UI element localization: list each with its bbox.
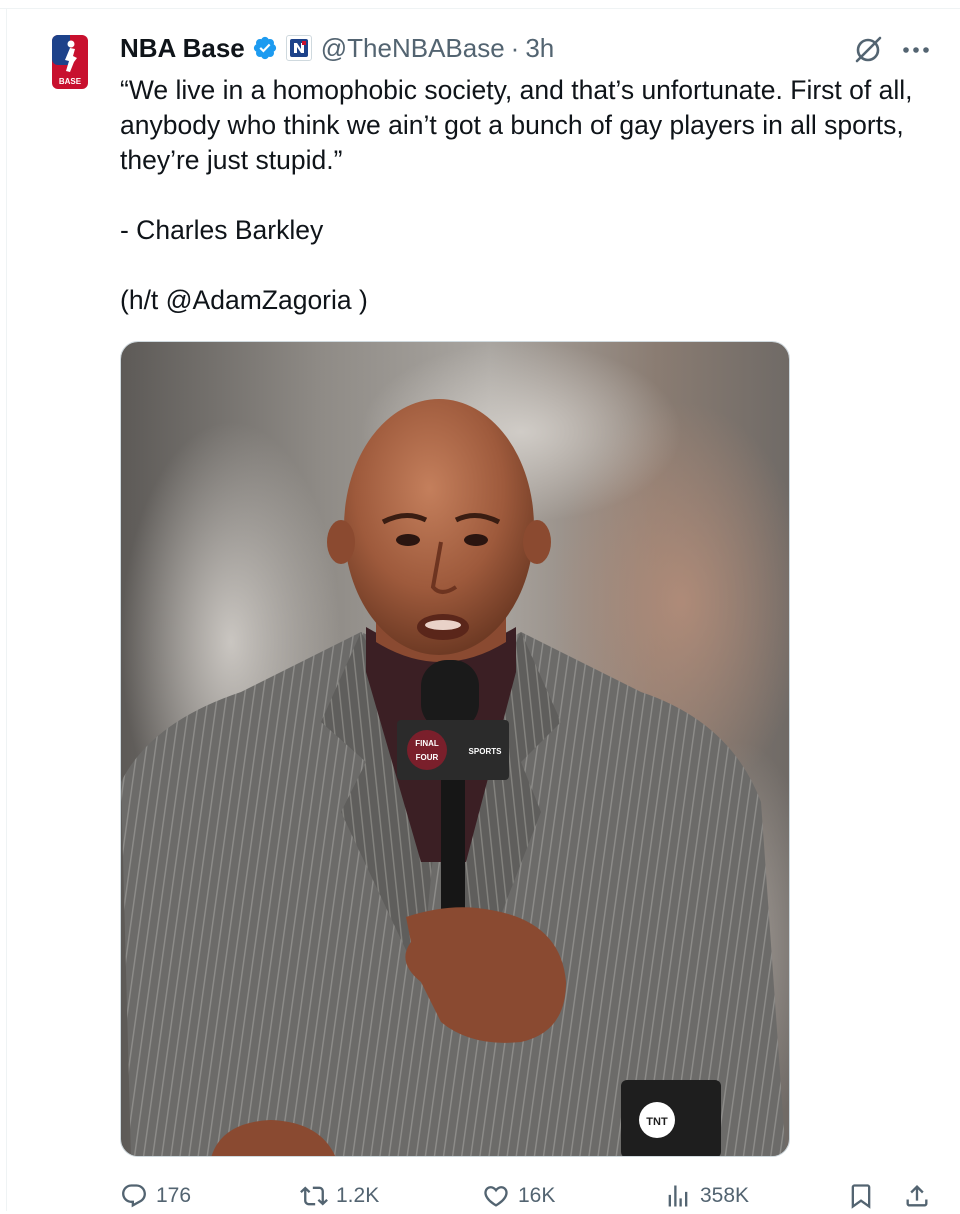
share-button[interactable] [903,1178,931,1214]
verified-badge-icon[interactable] [252,35,278,61]
author-handle[interactable]: @TheNBABase [321,33,505,64]
photo-of-man-in-pinstripe-suit-holding-microphone-icon: FINAL FOUR SPORTS TNT [121,342,789,1156]
like-count: 16K [518,1184,556,1207]
repost-count: 1.2K [336,1184,380,1207]
nba-base-logo-icon: BASE [52,35,88,89]
views-button[interactable]: 358K [664,1178,749,1214]
bookmark-icon [851,1184,871,1209]
more-icon[interactable] [898,32,934,68]
mic-flag-text-final: FINAL [415,739,439,748]
tweet-action-bar: 176 1.2K 16K 358K [120,1178,940,1214]
tweet-attribution: - Charles Barkley [120,215,324,245]
header-separator: · [510,32,520,63]
tweet-quote: “We live in a homophobic society, and th… [120,75,913,175]
repost-button[interactable]: 1.2K [300,1178,379,1214]
avatar-logo-text: BASE [59,77,82,86]
repost-icon [300,1186,328,1206]
bookmark-button[interactable] [847,1178,875,1214]
author-avatar[interactable]: BASE [38,30,102,94]
like-button[interactable]: 16K [482,1178,555,1214]
mic-flag-text-four: FOUR [416,753,439,762]
tweet-hat-tip[interactable]: (h/t @AdamZagoria ) [120,283,940,318]
tweet-text: “We live in a homophobic society, and th… [120,73,940,318]
share-icon [906,1185,928,1207]
affiliate-badge-icon[interactable] [285,35,312,61]
tweet-header: NBA Base @TheNBABase · 3h [120,30,554,66]
tweet-media-photo[interactable]: FINAL FOUR SPORTS TNT [120,341,790,1157]
views-icon [668,1185,688,1207]
mic-flag-text-sports: SPORTS [469,747,503,756]
tweet-left-border [6,8,7,1211]
mug-logo-text: TNT [646,1116,668,1128]
views-count: 358K [700,1184,750,1207]
reply-count: 176 [156,1184,192,1207]
grok-icon[interactable] [850,32,886,68]
author-display-name[interactable]: NBA Base [120,33,245,64]
reply-button[interactable]: 176 [120,1178,191,1214]
tweet-top-border [0,8,960,9]
reply-icon [122,1184,146,1208]
tweet-timestamp[interactable]: 3h [525,33,554,64]
heart-icon [484,1186,508,1207]
